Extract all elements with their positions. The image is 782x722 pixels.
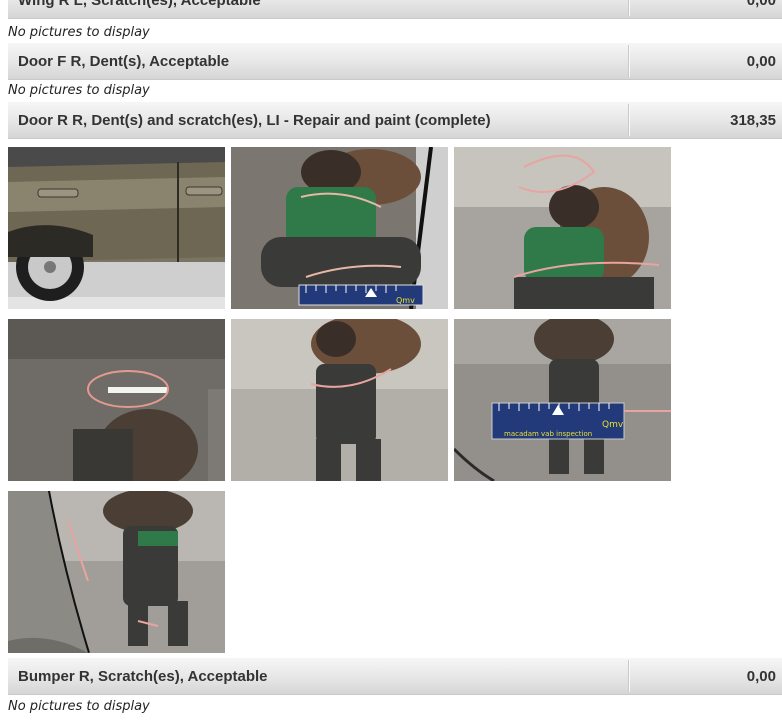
ruler-label: macadam vab inspection xyxy=(504,430,592,438)
damage-amount: 0,00 xyxy=(746,0,776,9)
no-pictures-text: No pictures to display xyxy=(8,25,150,40)
damage-amount: 0,00 xyxy=(746,667,776,685)
damage-photo-reflection-3[interactable] xyxy=(231,319,448,481)
column-divider xyxy=(628,660,629,692)
damage-photo-reflection-1[interactable]: Qmv xyxy=(231,147,448,309)
damage-photo-car-side[interactable] xyxy=(8,147,225,309)
damage-description: Bumper R, Scratch(es), Acceptable xyxy=(18,667,268,685)
damage-description: Door F R, Dent(s), Acceptable xyxy=(18,52,230,70)
damage-photo-reflection-2[interactable] xyxy=(454,147,671,309)
damage-photo-scratch-circle[interactable] xyxy=(8,319,225,481)
damage-amount: 318,35 xyxy=(730,111,776,129)
ruler-logo: Qmv xyxy=(602,420,624,430)
damage-description: Wing R L, Scratch(es), Acceptable xyxy=(18,0,261,9)
ruler-logo: Qmv xyxy=(396,296,415,305)
damage-row-wing-r-l: Wing R L, Scratch(es), Acceptable 0,00 xyxy=(8,0,782,19)
damage-row-bumper-r: Bumper R, Scratch(es), Acceptable 0,00 xyxy=(8,657,782,695)
no-pictures-text: No pictures to display xyxy=(8,83,150,98)
column-divider xyxy=(628,45,629,77)
damage-row-door-f-r: Door F R, Dent(s), Acceptable 0,00 xyxy=(8,42,782,80)
damage-amount: 0,00 xyxy=(746,52,776,70)
column-divider xyxy=(628,0,629,16)
damage-row-door-r-r: Door R R, Dent(s) and scratch(es), LI - … xyxy=(8,101,782,139)
no-pictures-text: No pictures to display xyxy=(8,699,150,714)
column-divider xyxy=(628,104,629,136)
damage-photo-ruler[interactable]: Qmv macadam vab inspection xyxy=(454,319,671,481)
damage-description: Door R R, Dent(s) and scratch(es), LI - … xyxy=(18,111,491,129)
damage-photo-reflection-4[interactable] xyxy=(8,491,225,653)
